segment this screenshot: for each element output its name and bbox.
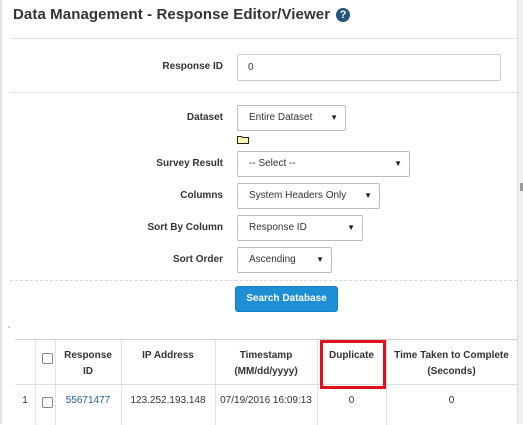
title-divider (10, 38, 517, 39)
column-divider (35, 340, 36, 425)
folder-icon[interactable] (237, 135, 249, 144)
header-time-taken[interactable]: Time Taken to Complete (Seconds) (386, 348, 517, 380)
survey-result-select[interactable]: -- Select -- ▼ (237, 151, 410, 177)
survey-result-row: Survey Result -- Select -- ▼ (0, 151, 517, 177)
sort-order-select-value: Ascending (249, 254, 296, 265)
columns-select-value: System Headers Only (249, 190, 347, 201)
dataset-select[interactable]: Entire Dataset ▼ (237, 105, 346, 131)
timestamp-cell: 07/19/2016 16:09:13 (220, 395, 312, 406)
header-timestamp-line2: (MM/dd/yyyy) (234, 366, 298, 377)
section-divider (10, 92, 517, 93)
response-id-link[interactable]: 55671477 (55, 395, 121, 406)
row-index: 1 (22, 395, 28, 406)
columns-select[interactable]: System Headers Only ▼ (237, 183, 380, 209)
header-ip-address[interactable]: IP Address (121, 348, 215, 364)
dataset-row: Dataset Entire Dataset ▼ (0, 105, 517, 131)
sort-by-column-label: Sort By Column (147, 222, 223, 233)
columns-row: Columns System Headers Only ▼ (0, 183, 517, 209)
ip-address-cell: 123.252.193.148 (130, 395, 206, 406)
columns-label: Columns (180, 190, 223, 201)
survey-result-label: Survey Result (156, 158, 223, 169)
results-table: Response ID IP Address Timestamp (MM/dd/… (15, 339, 517, 425)
duplicate-column-highlight (320, 340, 386, 389)
header-time-taken-line1: Time Taken to Complete (394, 350, 509, 361)
page-title: Data Management - Response Editor/Viewer… (13, 6, 351, 23)
sort-order-row: Sort Order Ascending ▼ (0, 247, 517, 273)
form-divider (10, 280, 517, 281)
row-divider (15, 384, 517, 385)
dataset-label: Dataset (186, 112, 223, 123)
sort-by-column-select[interactable]: Response ID ▼ (237, 215, 363, 241)
response-id-row: Response ID 0 (0, 54, 517, 81)
chevron-down-icon: ▼ (330, 113, 338, 122)
sort-by-column-row: Sort By Column Response ID ▼ (0, 215, 517, 241)
header-response-id-line2: ID (83, 366, 93, 377)
header-response-id-line1: Response (64, 350, 112, 361)
select-all-checkbox[interactable] (42, 353, 53, 364)
sort-order-label: Sort Order (172, 254, 223, 265)
chevron-down-icon: ▼ (347, 223, 355, 232)
response-id-input[interactable]: 0 (237, 54, 501, 81)
dataset-select-value: Entire Dataset (249, 112, 313, 123)
duplicate-cell: 0 (348, 395, 355, 406)
time-taken-cell: 0 (448, 395, 455, 406)
header-response-id[interactable]: Response ID (55, 348, 121, 380)
sort-by-column-select-value: Response ID (249, 222, 307, 233)
header-timestamp-line1: Timestamp (239, 350, 293, 361)
response-id-label: Response ID (162, 61, 223, 72)
question-circle-icon[interactable]: ? (336, 8, 351, 22)
header-time-taken-line2: (Seconds) (427, 366, 476, 377)
survey-result-select-value: -- Select -- (249, 158, 296, 169)
sort-order-select[interactable]: Ascending ▼ (237, 247, 332, 273)
search-database-button[interactable]: Search Database (235, 286, 338, 312)
chevron-down-icon: ▼ (364, 191, 372, 200)
scrollbar-track[interactable] (517, 0, 523, 424)
header-timestamp[interactable]: Timestamp (MM/dd/yyyy) (215, 348, 317, 380)
chevron-down-icon: ▼ (394, 159, 402, 168)
decorative-dot (8, 326, 10, 328)
chevron-down-icon: ▼ (316, 255, 324, 264)
row-checkbox[interactable] (42, 397, 53, 408)
page-title-text: Data Management - Response Editor/Viewer (13, 6, 331, 23)
